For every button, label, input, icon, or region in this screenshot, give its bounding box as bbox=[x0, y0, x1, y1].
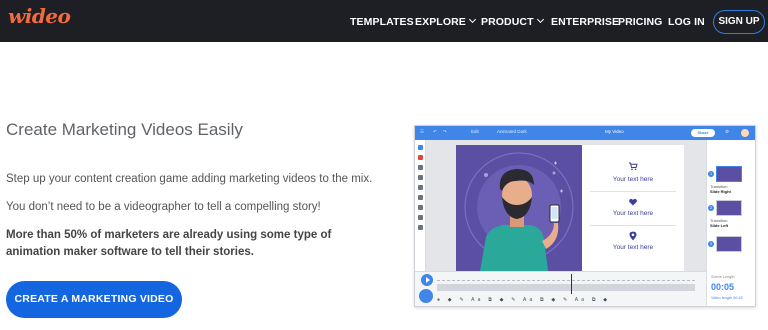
nav-explore-label: EXPLORE bbox=[415, 16, 466, 28]
scene-transition: Slide Right bbox=[710, 189, 731, 194]
scene-thumbnail-1 bbox=[716, 166, 742, 182]
nav-explore[interactable]: EXPLORE bbox=[415, 15, 476, 28]
canvas-illustration bbox=[456, 145, 582, 271]
logo[interactable]: wideo bbox=[8, 4, 71, 28]
hero-paragraph-1: Step up your content creation game addin… bbox=[6, 173, 373, 185]
signup-button[interactable]: SIGN UP bbox=[713, 10, 765, 34]
nav-templates[interactable]: TEMPLATES bbox=[350, 16, 414, 28]
layers-icon bbox=[417, 145, 423, 150]
hero-paragraph-3: More than 50% of marketers are already u… bbox=[6, 229, 332, 258]
editor-toolbar: ☰ ↶ ↷ Edit Animated Dark My Video Share … bbox=[415, 126, 755, 140]
man-with-phone-illustration bbox=[464, 152, 574, 271]
scene-transition-title: Slide Left bbox=[710, 223, 729, 228]
top-navbar: wideo TEMPLATES EXPLORE PRODUCT ENTERPRI… bbox=[0, 0, 768, 42]
scene-transition-title: Slide Right bbox=[710, 189, 731, 194]
text-icon bbox=[417, 175, 423, 180]
text-placeholder-1: Your text here bbox=[612, 176, 654, 183]
media-icon bbox=[417, 155, 423, 160]
scenes-panel: 1 Transition Slide Right 2 Transition Sl… bbox=[706, 140, 755, 284]
nav-pricing[interactable]: PRICING bbox=[618, 16, 662, 28]
scene-number: 2 bbox=[708, 205, 714, 211]
editor-menu-edit: Edit bbox=[471, 129, 479, 134]
zoom-in-icon bbox=[417, 195, 423, 200]
nav-pricing-label: PRICING bbox=[618, 16, 663, 28]
editor-screenshot: ☰ ↶ ↷ Edit Animated Dark My Video Share … bbox=[414, 125, 756, 307]
zoom-out-icon bbox=[417, 205, 423, 210]
divider bbox=[590, 225, 676, 226]
divider bbox=[590, 191, 676, 192]
nav-templates-label: TEMPLATES bbox=[350, 16, 414, 28]
chevron-down-icon bbox=[468, 15, 476, 24]
play-icon bbox=[421, 274, 433, 286]
text-placeholder-3: Your text here bbox=[612, 244, 654, 251]
lock-icon bbox=[417, 215, 423, 220]
cart-icon bbox=[629, 162, 638, 171]
hero-paragraph-2: You don’t need to be a videographer to t… bbox=[6, 201, 321, 213]
scene-transition: Slide Left bbox=[710, 223, 728, 228]
chevron-down-icon bbox=[536, 15, 544, 24]
page-title: Create Marketing Videos Easily bbox=[6, 120, 243, 139]
redo-icon: ↷ bbox=[443, 129, 447, 134]
location-pin-icon bbox=[629, 231, 637, 241]
nav-login[interactable]: LOG IN bbox=[668, 16, 705, 28]
create-marketing-video-button[interactable]: CREATE A MARKETING VIDEO bbox=[6, 281, 182, 318]
scene-canvas: Your text here Your text here Your text … bbox=[456, 145, 684, 271]
canvas-text-panel: Your text here Your text here Your text … bbox=[582, 145, 684, 271]
avatar bbox=[741, 129, 749, 137]
scene-thumbnail-2 bbox=[716, 200, 742, 216]
heart-icon bbox=[629, 198, 637, 206]
scene-number: 3 bbox=[708, 241, 714, 247]
project-title: My Video bbox=[605, 129, 624, 134]
add-scene-icon bbox=[419, 289, 433, 303]
editor-menu-style: Animated Dark bbox=[497, 129, 527, 134]
nav-product[interactable]: PRODUCT bbox=[481, 15, 544, 28]
playhead bbox=[571, 274, 572, 294]
nav-enterprise-label: ENTERPRISE bbox=[551, 16, 620, 28]
timeline: ● ◆ ✎ Aa ⧉ ◆ ✎ Aa ⧉ ◆ ✎ Aa ⧉ ◆ bbox=[415, 271, 706, 306]
nav-enterprise[interactable]: ENTERPRISE bbox=[551, 16, 619, 28]
scene-number: 1 bbox=[708, 171, 714, 177]
nav-login-label: LOG IN bbox=[668, 16, 705, 28]
gear-icon: ⚙ bbox=[725, 129, 730, 134]
video-length-label: Video length 00:15 bbox=[711, 296, 743, 300]
scene-length-panel: Scene Length 00:05 Video length 00:15 bbox=[706, 271, 755, 306]
share-button: Share bbox=[691, 129, 715, 137]
draw-icon bbox=[417, 165, 423, 170]
settings-icon bbox=[417, 225, 423, 230]
shape-icon bbox=[417, 185, 423, 190]
undo-icon: ↶ bbox=[433, 129, 437, 134]
scene-thumbnail-3 bbox=[716, 236, 742, 252]
editor-left-toolbar bbox=[415, 140, 426, 284]
scene-length-value: 00:05 bbox=[711, 282, 735, 292]
text-placeholder-2: Your text here bbox=[612, 210, 654, 217]
menu-icon: ☰ bbox=[420, 129, 425, 134]
nav-product-label: PRODUCT bbox=[481, 16, 534, 28]
timeline-ruler bbox=[437, 277, 695, 281]
timeline-tools: ● ◆ ✎ Aa ⧉ ◆ ✎ Aa ⧉ ◆ ✎ Aa ⧉ ◆ bbox=[437, 297, 611, 303]
scene-length-label: Scene Length bbox=[711, 275, 735, 279]
timeline-track bbox=[437, 284, 695, 291]
